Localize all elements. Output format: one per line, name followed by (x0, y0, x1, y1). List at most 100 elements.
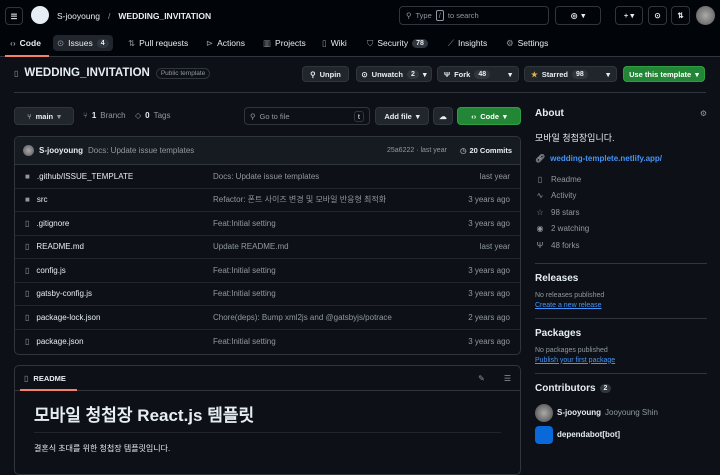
tags-link[interactable]: ◇ 0 Tags (135, 111, 171, 120)
star-filled-icon: ★ (531, 69, 538, 79)
chevron-down-icon[interactable]: ▾ (508, 70, 512, 79)
file-name[interactable]: .gitignore (36, 219, 69, 228)
file-row[interactable]: ▯ README.md Update README.md last year (15, 236, 520, 259)
edit-pencil-icon[interactable]: ✎ (478, 374, 485, 383)
unwatch-label: Unwatch (371, 69, 403, 79)
add-file-button[interactable]: Add file ▾ (375, 107, 429, 125)
contributor-item[interactable]: dependabot[bot] (535, 425, 707, 444)
code-button[interactable]: ‹› Code ▾ (457, 107, 521, 125)
tag-icon: ◇ (135, 111, 142, 120)
commit-hash-time[interactable]: 25a6222 · last year (387, 147, 447, 154)
create-new-button[interactable]: + ▾ (615, 6, 643, 25)
fork-label: Fork (454, 69, 471, 79)
file-commit-message[interactable]: Feat:Initial setting (213, 337, 468, 346)
tab-pull-requests[interactable]: ⇅ Pull requests (128, 35, 188, 51)
file-row[interactable]: ▯ package-lock.json Chore(deps): Bump xml2… (15, 306, 520, 330)
file-commit-message[interactable]: Feat:Initial setting (213, 266, 468, 275)
file-commit-message[interactable]: Update README.md (213, 242, 480, 251)
history-icon: ◷ (459, 146, 467, 155)
outline-list-icon[interactable]: ☰ (504, 374, 511, 383)
active-tab-underline (20, 389, 77, 391)
branches-count: 1 (91, 111, 97, 120)
contributors-count: 2 (599, 383, 612, 393)
about-item[interactable]: Ψ 48 forks (535, 237, 707, 254)
repo-template-icon: ▯ (14, 68, 19, 78)
starred-button[interactable]: ★ Starred 98 ▾ (524, 66, 617, 82)
repo-title[interactable]: WEDDING_INVITATION (24, 67, 149, 79)
tab-security[interactable]: ⛉ Security 78 (367, 35, 428, 51)
gear-icon[interactable]: ⚙ (700, 109, 707, 118)
tab-actions[interactable]: ⊳ Actions (206, 35, 245, 51)
branch-selector[interactable]: ⑂ main ▾ (14, 107, 74, 125)
chevron-down-icon: ▾ (581, 11, 586, 20)
tab-code[interactable]: ‹› Code (10, 35, 41, 51)
tab-issues[interactable]: ⊙ Issues 4 (53, 35, 113, 51)
releases-empty: No releases published (535, 291, 605, 299)
unpin-button[interactable]: ⚲ Unpin (302, 66, 349, 82)
issues-count: 4 (96, 38, 109, 48)
use-template-button[interactable]: Use this template ▾ (623, 66, 705, 82)
commits-link[interactable]: ◷ 20 Commits (460, 146, 512, 155)
file-name[interactable]: gatsby-config.js (36, 289, 92, 298)
releases-heading[interactable]: Releases (535, 273, 707, 284)
tab-wiki[interactable]: ▯ Wiki (322, 35, 347, 51)
file-time: 3 years ago (468, 336, 510, 346)
tab-label: Actions (217, 38, 245, 48)
file-row[interactable]: ▯ gatsby-config.js Feat:Initial setting 3 y… (15, 283, 520, 306)
branches-link[interactable]: ⑂ 1 Branch (83, 111, 126, 120)
owner-link[interactable]: S-jooyoung (57, 11, 100, 21)
file-commit-message[interactable]: Refactor: 폰트 사이즈 변경 및 모바일 반응형 최적화 (213, 194, 468, 205)
commit-author[interactable]: S-jooyoung (39, 146, 83, 155)
file-name[interactable]: .github/ISSUE_TEMPLATE (37, 172, 133, 181)
file-row[interactable]: ▯ .gitignore Feat:Initial setting 3 years a… (15, 212, 520, 236)
tab-projects[interactable]: ▥ Projects (263, 35, 306, 51)
file-name[interactable]: src (37, 195, 48, 204)
file-row[interactable]: ▯ package.json Feat:Initial setting 3 years… (15, 330, 520, 354)
go-to-file-placeholder: Go to file (259, 111, 290, 121)
file-row[interactable]: ■ src Refactor: 폰트 사이즈 변경 및 모바일 반응형 최적화 3 y… (15, 189, 520, 212)
about-item[interactable]: ◉ 2 watching (535, 221, 707, 238)
file-name[interactable]: config.js (36, 266, 65, 275)
about-item[interactable]: ∿ Activity (535, 188, 707, 205)
website-link[interactable]: wedding-templete.netlify.app/ (550, 154, 662, 163)
file-row[interactable]: ■ .github/ISSUE_TEMPLATE Docs: Update issu… (15, 165, 520, 189)
pull-requests-button[interactable]: ⇅ (671, 6, 690, 25)
github-logo-icon[interactable] (31, 6, 49, 24)
issues-button[interactable]: ⊙ (648, 6, 667, 25)
tab-insights[interactable]: ⟋ Insights (448, 35, 487, 51)
file-commit-message[interactable]: Docs: Update issue templates (213, 172, 480, 181)
pulse-icon: ∿ (536, 191, 544, 201)
commit-message[interactable]: Docs: Update issue templates (88, 146, 194, 155)
fork-button[interactable]: Ψ Fork 48 ▾ (437, 66, 519, 82)
go-to-file-input[interactable]: ⚲ Go to file t (244, 107, 370, 125)
file-row[interactable]: ▯ config.js Feat:Initial setting 3 years ag… (15, 259, 520, 283)
publish-package-link[interactable]: Publish your first package (535, 357, 707, 364)
file-name[interactable]: package.json (36, 337, 83, 346)
chevron-down-icon[interactable]: ▾ (606, 70, 610, 79)
avatar[interactable] (696, 6, 715, 25)
unwatch-button[interactable]: ⊙ Unwatch 2 ▾ (356, 66, 432, 82)
about-item[interactable]: ☆ 98 stars (535, 204, 707, 221)
packages-heading[interactable]: Packages (535, 328, 707, 339)
tab-settings[interactable]: ⚙ Settings (506, 35, 548, 51)
contributor-item[interactable]: S-jooyoung Jooyoung Shin (535, 403, 707, 422)
search-placeholder-suffix: to search (447, 11, 479, 20)
codespaces-button[interactable]: ☁ (433, 107, 453, 125)
tab-label: Projects (275, 38, 306, 48)
branch-name: main (35, 111, 54, 121)
about-item[interactable]: ▯ Readme (535, 171, 707, 188)
file-name[interactable]: package-lock.json (36, 313, 100, 322)
create-release-link[interactable]: Create a new release (535, 302, 707, 309)
file-commit-message[interactable]: Feat:Initial setting (213, 289, 468, 298)
about-item-label: 48 forks (551, 240, 580, 250)
readme-tab[interactable]: README (33, 374, 66, 383)
repo-link[interactable]: WEDDING_INVITATION (118, 11, 211, 21)
file-commit-message[interactable]: Feat:Initial setting (213, 219, 468, 228)
file-name[interactable]: README.md (36, 242, 84, 251)
contributors-heading[interactable]: Contributors (535, 383, 596, 394)
search-input[interactable]: ⚲ Type / to search (399, 6, 549, 25)
menu-button[interactable]: ☰ (5, 7, 23, 25)
copilot-button[interactable]: ◎ ▾ (555, 6, 601, 25)
file-commit-message[interactable]: Chore(deps): Bump xml2js and @gatsbyjs/p… (213, 313, 468, 322)
graph-icon: ⟋ (448, 37, 454, 48)
